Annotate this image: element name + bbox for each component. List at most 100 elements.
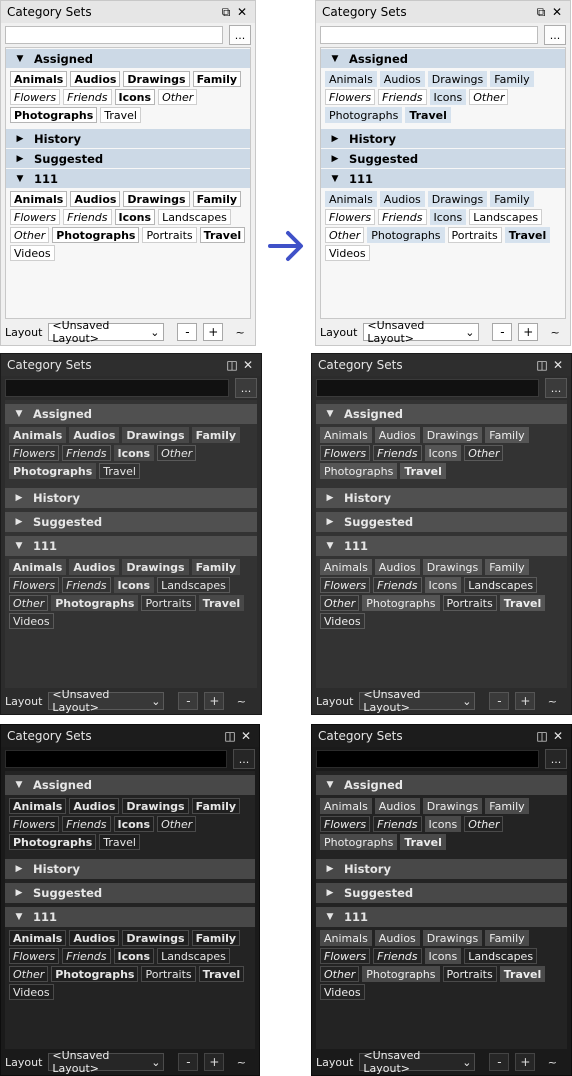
tag-chip[interactable]: Drawings [427, 71, 488, 87]
float-window-icon[interactable]: ◫ [222, 729, 238, 743]
tag-chip[interactable]: Family [191, 930, 241, 946]
tag-chip[interactable]: Friends [63, 209, 112, 225]
search-input[interactable] [316, 750, 539, 768]
tag-chip[interactable]: Photographs [320, 834, 398, 850]
tag-chip[interactable]: Other [157, 816, 197, 832]
tag-chip[interactable]: Travel [198, 966, 245, 982]
tag-chip[interactable]: Friends [62, 445, 111, 461]
tag-chip[interactable]: Drawings [422, 559, 483, 575]
tag-chip[interactable]: Icons [429, 209, 467, 225]
tag-chip[interactable]: Icons [424, 445, 462, 461]
add-button[interactable]: + [204, 1053, 225, 1071]
tag-chip[interactable]: Animals [325, 71, 377, 87]
grip-icon[interactable]: ~ [229, 323, 251, 341]
tag-chip[interactable]: Photographs [51, 595, 139, 611]
tag-chip[interactable]: Videos [10, 245, 55, 261]
tag-chip[interactable]: Photographs [362, 595, 440, 611]
tag-chip[interactable]: Travel [99, 834, 140, 850]
panel-titlebar[interactable]: Category Sets ◫ ✕ [1, 354, 261, 376]
section-header-set111[interactable]: ▼ 111 [5, 532, 257, 556]
tag-chip[interactable]: Other [320, 595, 360, 611]
tag-chip[interactable]: Videos [9, 613, 54, 629]
section-header-assigned[interactable]: ▼ Assigned [316, 771, 567, 795]
tag-chip[interactable]: Landscapes [464, 948, 538, 964]
tag-chip[interactable]: Family [485, 798, 529, 814]
tag-chip[interactable]: Travel [198, 595, 245, 611]
tag-chip[interactable]: Icons [113, 816, 155, 832]
tag-chip[interactable]: Drawings [422, 798, 483, 814]
tag-chip[interactable]: Photographs [9, 463, 97, 479]
tag-chip[interactable]: Other [469, 89, 509, 105]
tag-chip[interactable]: Friends [63, 89, 112, 105]
tag-chip[interactable]: Family [191, 798, 241, 814]
tag-chip[interactable]: Portraits [442, 595, 497, 611]
tag-chip[interactable]: Friends [62, 948, 111, 964]
tag-chip[interactable]: Audios [69, 798, 120, 814]
tag-chip[interactable]: Photographs [51, 966, 139, 982]
section-header-history[interactable]: ▶ History [5, 484, 257, 508]
section-header-suggested[interactable]: ▶ Suggested [5, 879, 255, 903]
tag-chip[interactable]: Family [192, 191, 242, 207]
tag-chip[interactable]: Friends [62, 816, 111, 832]
grip-icon[interactable]: ~ [541, 692, 563, 710]
tag-chip[interactable]: Animals [325, 191, 377, 207]
tag-chip[interactable]: Audios [69, 559, 120, 575]
tag-chip[interactable]: Audios [69, 427, 120, 443]
float-window-icon[interactable]: ⧉ [218, 5, 234, 20]
tag-chip[interactable]: Portraits [142, 227, 197, 243]
section-header-assigned[interactable]: ▼ Assigned [5, 771, 255, 795]
tag-chip[interactable]: Photographs [10, 107, 98, 123]
tag-chip[interactable]: Portraits [141, 595, 196, 611]
tag-chip[interactable]: Landscapes [469, 209, 543, 225]
more-options-button[interactable]: ... [544, 25, 566, 45]
tag-chip[interactable]: Drawings [427, 191, 488, 207]
tag-chip[interactable]: Animals [9, 559, 67, 575]
search-input[interactable] [5, 379, 229, 397]
search-input[interactable] [316, 379, 539, 397]
tag-chip[interactable]: Animals [10, 191, 68, 207]
section-header-history[interactable]: ▶ History [6, 128, 250, 148]
tag-chip[interactable]: Friends [373, 816, 422, 832]
layout-dropdown[interactable]: <Unsaved Layout> ⌄ [48, 688, 165, 714]
tag-chip[interactable]: Drawings [122, 427, 189, 443]
more-options-button[interactable]: ... [235, 378, 257, 398]
tag-chip[interactable]: Landscapes [158, 209, 231, 225]
close-icon[interactable]: ✕ [550, 729, 566, 743]
grip-icon[interactable]: ~ [544, 323, 566, 341]
section-header-history[interactable]: ▶ History [321, 128, 565, 148]
tag-chip[interactable]: Animals [320, 559, 372, 575]
tag-chip[interactable]: Friends [373, 445, 422, 461]
remove-button[interactable]: - [178, 692, 199, 710]
add-button[interactable]: + [515, 1053, 536, 1071]
tag-chip[interactable]: Travel [504, 227, 551, 243]
layout-dropdown[interactable]: <Unsaved Layout> ⌄ [48, 319, 164, 345]
float-window-icon[interactable]: ◫ [224, 358, 240, 372]
tag-chip[interactable]: Other [9, 966, 49, 982]
tag-chip[interactable]: Videos [320, 613, 365, 629]
tag-chip[interactable]: Drawings [123, 71, 190, 87]
section-header-assigned[interactable]: ▼ Assigned [316, 400, 567, 424]
tag-chip[interactable]: Icons [114, 209, 156, 225]
tag-chip[interactable]: Travel [400, 834, 446, 850]
tag-chip[interactable]: Flowers [320, 948, 371, 964]
section-header-suggested[interactable]: ▶ Suggested [321, 148, 565, 168]
panel-titlebar[interactable]: Category Sets ⧉ ✕ [1, 1, 255, 23]
layout-dropdown[interactable]: <Unsaved Layout> ⌄ [48, 1049, 165, 1075]
tag-chip[interactable]: Videos [325, 245, 370, 261]
tag-chip[interactable]: Drawings [122, 930, 189, 946]
tag-chip[interactable]: Photographs [362, 966, 440, 982]
section-header-set111[interactable]: ▼ 111 [5, 903, 255, 927]
section-header-suggested[interactable]: ▶ Suggested [6, 148, 250, 168]
section-header-set111[interactable]: ▼ 111 [316, 532, 567, 556]
tag-chip[interactable]: Icons [424, 948, 462, 964]
add-button[interactable]: + [515, 692, 536, 710]
tag-chip[interactable]: Landscapes [464, 577, 538, 593]
tag-chip[interactable]: Drawings [122, 559, 189, 575]
tag-chip[interactable]: Drawings [422, 427, 483, 443]
panel-titlebar[interactable]: Category Sets ◫ ✕ [312, 725, 571, 747]
remove-button[interactable]: - [492, 323, 513, 341]
close-icon[interactable]: ✕ [549, 5, 565, 19]
tag-chip[interactable]: Travel [400, 463, 446, 479]
tag-chip[interactable]: Landscapes [157, 948, 230, 964]
search-input[interactable] [320, 26, 538, 44]
